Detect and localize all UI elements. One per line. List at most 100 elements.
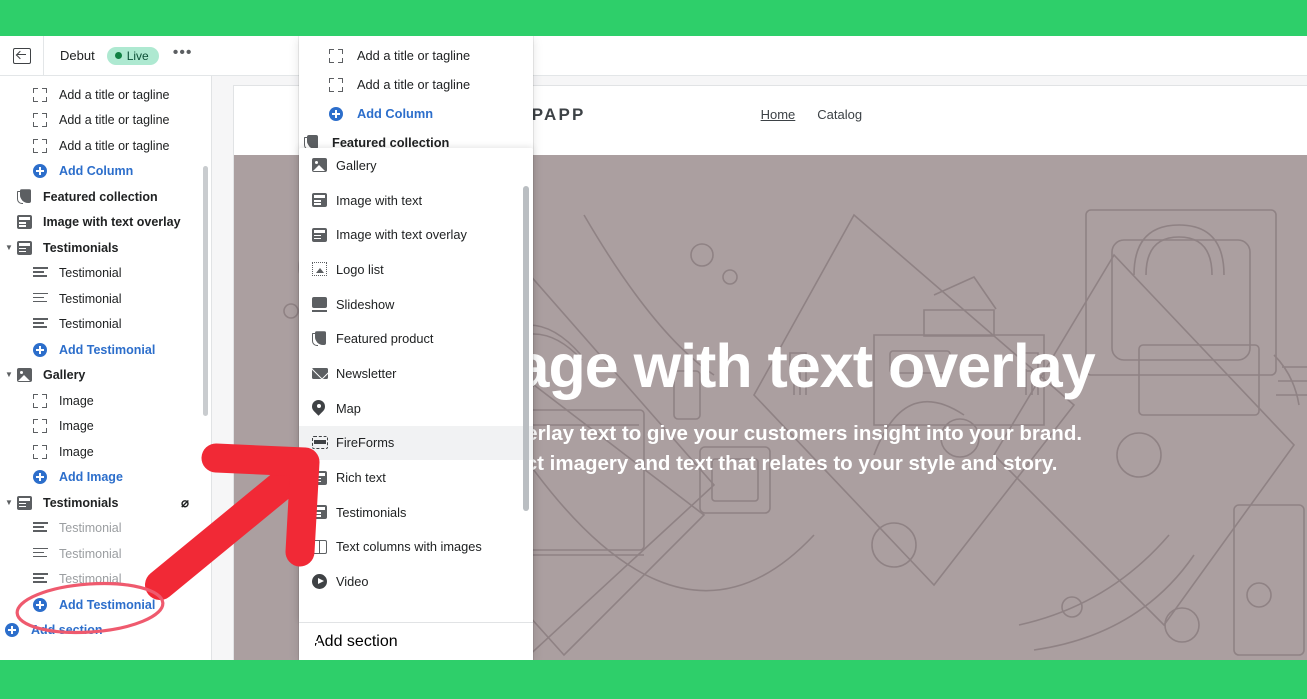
eye-off-icon[interactable]: ⌀ bbox=[181, 495, 189, 511]
tag-icon bbox=[312, 331, 336, 347]
picker-top-item-add-a-title-or-tagline[interactable]: Add a title or tagline bbox=[299, 41, 533, 70]
section-type-label: Video bbox=[336, 574, 369, 590]
section-type-label: Logo list bbox=[336, 261, 384, 277]
picker-top-item-label: Add a title or tagline bbox=[357, 77, 471, 92]
map-pin-icon bbox=[312, 400, 336, 416]
nav-link-catalog[interactable]: Catalog bbox=[817, 107, 862, 122]
chevron-down-icon: ▼ bbox=[5, 242, 13, 252]
plus-circle-icon bbox=[33, 597, 54, 612]
section-type-image-with-text-overlay[interactable]: Image with text overlay bbox=[299, 217, 533, 252]
sidebar-item-label: Add Testimonial bbox=[59, 342, 156, 357]
sidebar-item-add-testimonial[interactable]: Add Testimonial bbox=[0, 592, 211, 618]
section-type-fireforms[interactable]: FireForms bbox=[299, 425, 533, 461]
sidebar-item-testimonial[interactable]: Testimonial bbox=[0, 286, 211, 312]
text-lines-icon bbox=[33, 573, 54, 585]
section-type-text-columns-with-images[interactable]: Text columns with images bbox=[299, 530, 533, 565]
sidebar-item-add-image[interactable]: Add Image bbox=[0, 465, 211, 491]
sidebar-item-add-section[interactable]: Add section bbox=[0, 618, 211, 644]
picker-top-item-add-a-title-or-tagline[interactable]: Add a title or tagline bbox=[299, 70, 533, 99]
section-type-label: Newsletter bbox=[336, 365, 397, 381]
more-options-button[interactable]: ••• bbox=[173, 44, 193, 64]
sidebar-item-label: Image with text overlay bbox=[43, 215, 181, 230]
sidebar-item-featured-collection[interactable]: Featured collection bbox=[0, 184, 211, 210]
plus-circle-icon bbox=[33, 342, 54, 357]
sections-sidebar[interactable]: Add a title or tagline Add a title or tag… bbox=[0, 76, 212, 660]
sidebar-item-testimonial[interactable]: Testimonial bbox=[0, 567, 211, 593]
sidebar-item-add-column[interactable]: Add Column bbox=[0, 159, 211, 185]
section-type-testimonials[interactable]: Testimonials bbox=[299, 495, 533, 530]
sidebar-item-label: Featured collection bbox=[43, 189, 158, 204]
sidebar-item-label: Image bbox=[59, 393, 94, 408]
section-type-label: Featured product bbox=[336, 331, 434, 347]
sidebar-item-label: Add a title or tagline bbox=[59, 87, 170, 102]
section-icon bbox=[312, 505, 336, 520]
sidebar-item-label: Testimonial bbox=[59, 572, 122, 587]
text-lines-icon bbox=[33, 267, 54, 279]
section-type-featured-product[interactable]: Featured product bbox=[299, 321, 533, 356]
nav-link-home[interactable]: Home bbox=[761, 107, 796, 122]
add-section-footer[interactable]: Add section bbox=[299, 622, 533, 660]
section-type-gallery[interactable]: Gallery bbox=[299, 148, 533, 183]
sidebar-item-testimonials[interactable]: ▼ Testimonials ⌀ bbox=[0, 490, 211, 516]
sidebar-scrollbar[interactable] bbox=[203, 166, 208, 416]
section-type-video[interactable]: Video bbox=[299, 564, 533, 599]
frame-icon bbox=[33, 393, 54, 408]
picker-top-item-label: Add a title or tagline bbox=[357, 48, 471, 63]
plus-circle-icon bbox=[5, 623, 26, 638]
fireforms-icon bbox=[312, 436, 336, 450]
sidebar-item-label: Testimonials bbox=[43, 495, 119, 510]
section-picker-dropdown[interactable]: Add a title or tagline Add a title or tag… bbox=[299, 36, 533, 660]
status-badge: Live bbox=[106, 46, 159, 65]
sidebar-item-image-with-text-overlay[interactable]: Image with text overlay bbox=[0, 210, 211, 236]
sidebar-item-add-testimonial[interactable]: Add Testimonial bbox=[0, 337, 211, 363]
status-badge-label: Live bbox=[126, 48, 149, 63]
bottom-green-band bbox=[0, 660, 1307, 699]
section-type-label: Image with text overlay bbox=[336, 227, 467, 243]
section-picker-scrollbar[interactable] bbox=[523, 186, 529, 511]
hero-subtitle: Use overlay text to give your customers … bbox=[459, 419, 1082, 478]
sidebar-item-testimonials[interactable]: ▼ Testimonials bbox=[0, 235, 211, 261]
slideshow-icon bbox=[312, 296, 336, 312]
sidebar-item-image[interactable]: Image bbox=[0, 414, 211, 440]
sidebar-item-add-a-title-or-tagline[interactable]: Add a title or tagline bbox=[0, 82, 211, 108]
sidebar-item-label: Add section bbox=[31, 623, 103, 638]
image-icon bbox=[312, 158, 336, 173]
sidebar-item-testimonial[interactable]: Testimonial bbox=[0, 516, 211, 542]
section-icon bbox=[17, 240, 38, 255]
sidebar-item-testimonial[interactable]: Testimonial bbox=[0, 541, 211, 567]
section-type-image-with-text[interactable]: Image with text bbox=[299, 183, 533, 218]
sidebar-item-label: Image bbox=[59, 444, 94, 459]
section-icon bbox=[312, 227, 336, 242]
section-type-logo-list[interactable]: Logo list bbox=[299, 252, 533, 287]
plus-circle-icon bbox=[329, 106, 353, 121]
sidebar-item-add-a-title-or-tagline[interactable]: Add a title or tagline bbox=[0, 108, 211, 134]
sidebar-item-image[interactable]: Image bbox=[0, 388, 211, 414]
picker-top-item-label: Add Column bbox=[357, 106, 434, 121]
frame-icon bbox=[329, 77, 353, 92]
exit-editor-button[interactable] bbox=[0, 36, 44, 76]
hero-title: Image with text overlay bbox=[446, 332, 1095, 401]
section-type-slideshow[interactable]: Slideshow bbox=[299, 287, 533, 322]
sidebar-item-label: Image bbox=[59, 419, 94, 434]
frame-icon bbox=[329, 48, 353, 63]
sidebar-item-testimonial[interactable]: Testimonial bbox=[0, 312, 211, 338]
sidebar-item-label: Testimonial bbox=[59, 521, 122, 536]
section-type-newsletter[interactable]: Newsletter bbox=[299, 356, 533, 391]
hero-subtitle-line1: Use overlay text to give your customers … bbox=[458, 422, 1083, 446]
frame-icon bbox=[33, 87, 54, 102]
section-type-label: Rich text bbox=[336, 470, 386, 486]
hero-subtitle-line2: Select imagery and text that relates to … bbox=[483, 452, 1058, 475]
mail-icon bbox=[312, 367, 336, 379]
section-type-list[interactable]: Gallery Image with text Image with text ov… bbox=[299, 148, 533, 622]
sidebar-item-testimonial[interactable]: Testimonial bbox=[0, 261, 211, 287]
sidebar-item-add-a-title-or-tagline[interactable]: Add a title or tagline bbox=[0, 133, 211, 159]
plus-circle-icon bbox=[33, 164, 54, 179]
sidebar-item-image[interactable]: Image bbox=[0, 439, 211, 465]
picker-top-item-add-column[interactable]: Add Column bbox=[299, 99, 533, 128]
sidebar-item-gallery[interactable]: ▼ Gallery bbox=[0, 363, 211, 389]
top-green-band bbox=[0, 0, 1307, 36]
sidebar-item-label: Testimonial bbox=[59, 266, 122, 281]
sidebar-item-label: Add a title or tagline bbox=[59, 113, 170, 128]
section-type-rich-text[interactable]: Rich text bbox=[299, 460, 533, 495]
section-type-map[interactable]: Map bbox=[299, 391, 533, 426]
